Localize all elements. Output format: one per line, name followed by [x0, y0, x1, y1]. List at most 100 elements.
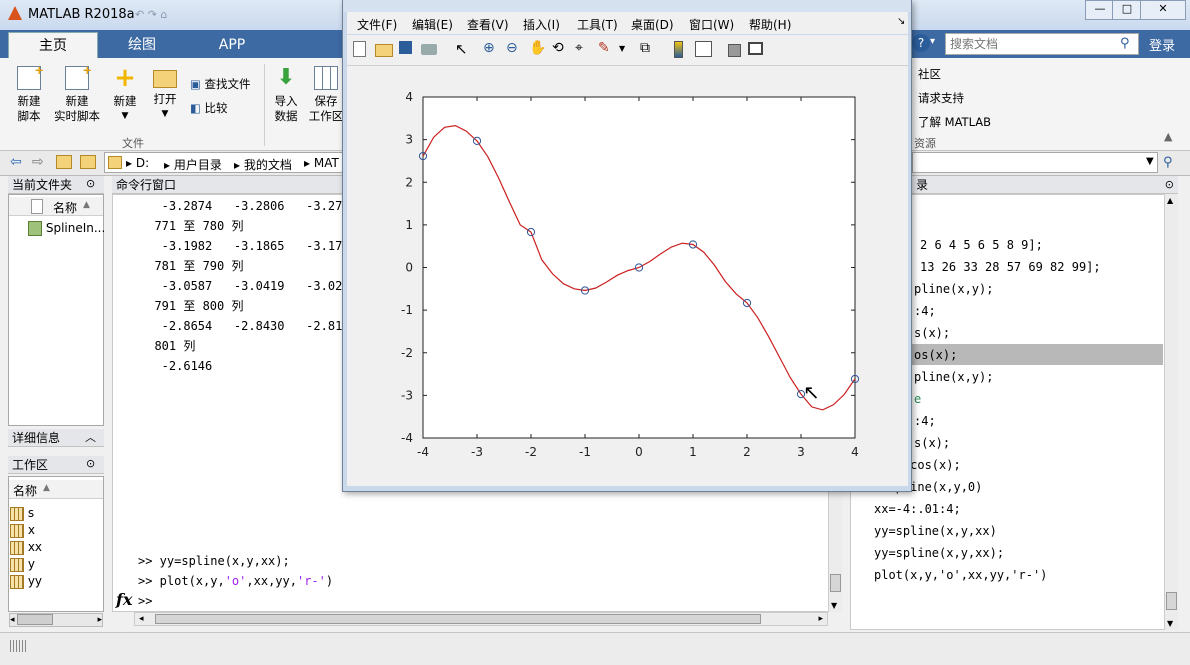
list-item[interactable]: SplineIn... [28, 221, 105, 236]
history-item[interactable]: y=x.*cos(x); [874, 454, 1164, 476]
menu-dock-icon[interactable]: ↘ [897, 16, 905, 27]
table-row[interactable]: s [10, 505, 42, 522]
menu-tools[interactable]: 工具(T) [577, 16, 618, 33]
history-vscrollbar[interactable]: ▲ ▼ [1164, 194, 1178, 630]
back-arrow-icon[interactable]: ⇦ [10, 154, 22, 170]
history-header[interactable]: 录 ⊙ [912, 176, 1178, 194]
new-button[interactable]: + 新建 ▼ [108, 65, 142, 124]
import-data-button[interactable]: ⬇ 导入 数据 [268, 66, 304, 124]
colorbar-icon[interactable] [674, 41, 683, 58]
history-item[interactable]: os(x); [874, 344, 1164, 366]
workspace-menu-icon[interactable]: ⊙ [86, 457, 95, 470]
login-button[interactable]: 登录 [1149, 35, 1175, 54]
menu-file[interactable]: 文件(F) [357, 16, 397, 33]
tab-home[interactable]: 主页 [8, 32, 98, 59]
history-item[interactable]: :4; [874, 410, 1164, 432]
scroll-left-icon[interactable]: ◂ [139, 614, 144, 624]
hide-tools-icon[interactable] [728, 44, 741, 57]
command-hscrollbar[interactable]: ◂ ▸ [134, 612, 828, 626]
menu-help[interactable]: 帮助(H) [749, 16, 791, 33]
scroll-down-icon[interactable]: ▼ [1167, 619, 1173, 628]
history-item[interactable]: e [874, 388, 1164, 410]
close-button[interactable]: ✕ [1140, 0, 1186, 20]
scroll-down-icon[interactable]: ▼ [831, 601, 837, 610]
details-header[interactable]: 详细信息 ︿ [8, 429, 104, 447]
new-live-script-button[interactable]: + 新建 实时脚本 [52, 63, 102, 124]
menu-view[interactable]: 查看(V) [467, 16, 509, 33]
history-item[interactable]: s(x); [874, 432, 1164, 454]
brush-dropdown-icon[interactable]: ▼ [619, 44, 627, 60]
new-script-button[interactable]: + 新建 脚本 [8, 63, 50, 124]
minimize-button[interactable]: — [1085, 0, 1115, 20]
link-plot-icon[interactable]: ⧉ [640, 40, 656, 56]
path-segment-matlab[interactable]: ▸ MAT [304, 156, 339, 170]
status-grip-icon[interactable] [10, 640, 28, 652]
table-row[interactable]: xx [10, 539, 42, 556]
fx-icon[interactable]: fx [116, 590, 132, 609]
history-item[interactable]: plot(x,y,'o',xx,yy,'r-') [874, 564, 1164, 586]
workspace-hscrollbar[interactable]: ◂ ▸ [9, 613, 103, 627]
request-support-link[interactable]: 请求支持 [918, 90, 964, 106]
save-workspace-button[interactable]: 保存 工作区 [308, 66, 344, 124]
tab-apps[interactable]: APP [190, 32, 274, 58]
menu-desktop[interactable]: 桌面(D) [631, 16, 674, 33]
path-right-field[interactable] [912, 152, 1158, 173]
chevron-up-icon[interactable]: ︿ [85, 429, 96, 447]
menu-insert[interactable]: 插入(I) [523, 16, 560, 33]
table-row[interactable]: x [10, 522, 42, 539]
scroll-up-icon[interactable]: ▲ [1167, 196, 1173, 205]
new-figure-icon[interactable] [353, 41, 366, 57]
history-item[interactable]: 13 26 33 28 57 69 82 99]; [874, 256, 1164, 278]
command-prompt[interactable]: >> [138, 594, 152, 608]
open-button[interactable]: 打开 ▼ [148, 66, 182, 122]
history-item[interactable]: pline(x,y); [874, 366, 1164, 388]
table-row[interactable]: yy [10, 573, 42, 590]
pointer-icon[interactable]: ↖ [455, 40, 471, 58]
table-row[interactable]: y [10, 556, 42, 573]
zoom-out-icon[interactable]: ⊖ [506, 40, 522, 56]
help-icon[interactable]: ? [912, 34, 930, 52]
history-item[interactable]: yy=spline(x,y,xx); [874, 542, 1164, 564]
scroll-thumb[interactable] [1166, 592, 1177, 610]
search-icon[interactable]: ⚲ [1120, 36, 1130, 51]
browse-folder-icon[interactable] [80, 155, 96, 169]
learn-matlab-link[interactable]: 了解 MATLAB [918, 114, 991, 130]
history-item[interactable]: yy=spline(x,y,xx) [874, 520, 1164, 542]
data-cursor-icon[interactable]: ⌖ [575, 40, 591, 56]
path-segment-user[interactable]: ▸ 用户目录 [164, 156, 222, 173]
file-column-header[interactable]: 名称 ▲ [9, 197, 103, 216]
var-column-header[interactable]: 名称 ▲ [9, 480, 103, 499]
show-tools-icon[interactable] [748, 42, 763, 55]
path-dropdown-icon[interactable]: ▼ [1146, 156, 1154, 167]
community-link[interactable]: 社区 [918, 66, 941, 82]
save-icon[interactable] [399, 41, 412, 54]
history-item[interactable]: :4; [874, 300, 1164, 322]
spline-plot[interactable]: -4 -3 -2 -1 0 1 2 3 4 -4 -3 -2 -1 0 1 2 3 4 [347, 66, 908, 486]
brush-icon[interactable]: ✎ [598, 40, 614, 56]
command-window-header[interactable]: 命令行窗口 [112, 176, 344, 194]
search-docs-input[interactable]: 搜索文档 [945, 33, 1139, 55]
compare-button[interactable]: ◧ 比较 [190, 100, 228, 116]
history-item[interactable]: pline(x,y); [874, 278, 1164, 300]
history-item[interactable]: s=spline(x,y,0) [874, 476, 1164, 498]
help-dropdown-icon[interactable]: ▾ [930, 36, 935, 47]
menu-edit[interactable]: 编辑(E) [412, 16, 453, 33]
scroll-right-icon[interactable]: ▸ [818, 613, 823, 625]
hscroll-thumb[interactable] [155, 614, 761, 624]
find-files-button[interactable]: ▣ 查找文件 [190, 76, 251, 92]
maximize-button[interactable]: □ [1112, 0, 1142, 20]
zoom-in-icon[interactable]: ⊕ [483, 40, 499, 56]
path-segment-docs[interactable]: ▸ 我的文档 [234, 156, 292, 173]
scroll-thumb[interactable] [830, 574, 841, 592]
path-segment-drive[interactable]: ▸ D: [126, 156, 149, 170]
tab-plots[interactable]: 绘图 [100, 32, 184, 58]
legend-icon[interactable] [695, 41, 712, 57]
history-item[interactable]: xx=-4:.01:4; [874, 498, 1164, 520]
history-item[interactable]: 2 6 4 5 6 5 8 9]; [874, 234, 1164, 256]
up-folder-icon[interactable] [56, 155, 72, 169]
collapse-ribbon-icon[interactable]: ▲ [1164, 130, 1172, 143]
forward-arrow-icon[interactable]: ⇨ [32, 154, 44, 170]
rotate-3d-icon[interactable]: ⟲ [552, 40, 568, 56]
path-search-icon[interactable]: ⚲ [1163, 155, 1173, 170]
panel-menu-icon[interactable]: ⊙ [86, 177, 95, 190]
